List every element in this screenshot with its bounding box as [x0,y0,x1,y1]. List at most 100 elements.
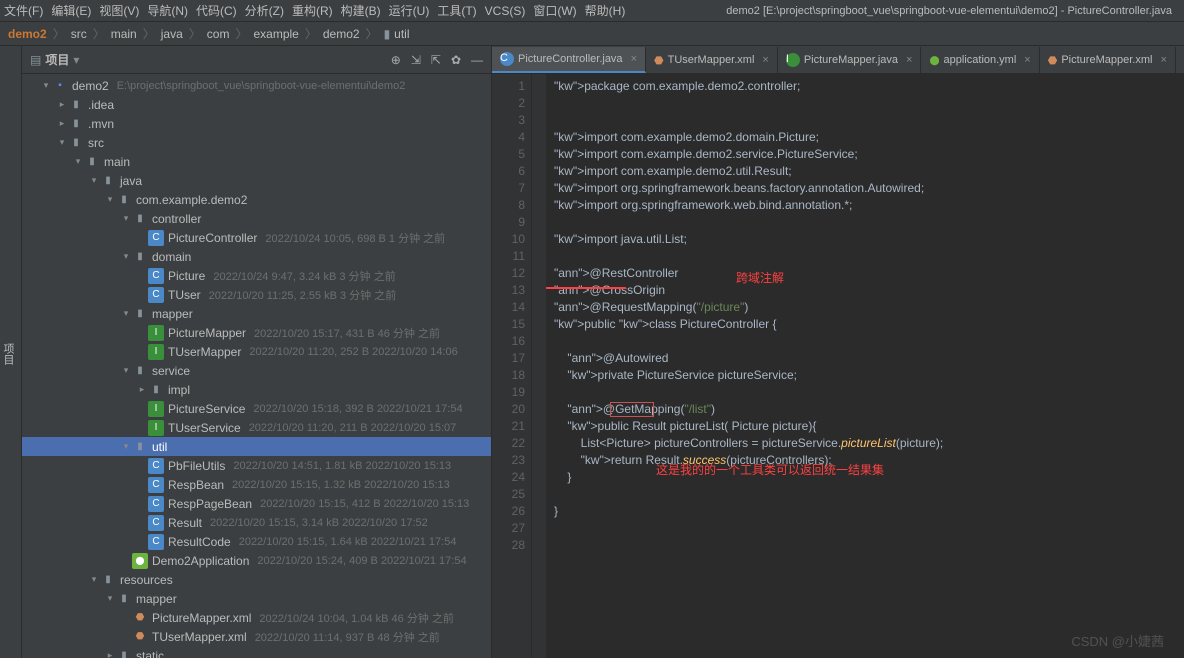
crumb-root[interactable]: demo2 [8,27,47,41]
code-content[interactable]: "kw">package com.example.demo2.controlle… [546,74,1184,658]
expand-arrow[interactable]: ▾ [120,441,132,452]
tree-item-meta: 2022/10/24 10:04, 1.04 kB 46 分钟 之前 [259,610,453,626]
tree-item-domain[interactable]: ▾▮domain [22,247,491,266]
annotation-result: 这是我的的一个工具类可以返回统一结果集 [656,462,884,479]
tree-item-resources[interactable]: ▾▮resources [22,570,491,589]
menu-code[interactable]: 代码(C) [196,2,237,19]
tree-item-main[interactable]: ▾▮main [22,152,491,171]
code-area[interactable]: 1234567891011121314151617181920212223242… [492,74,1184,658]
tab-picturecontroller-java[interactable]: CPictureController.java× [492,47,646,73]
menu-window[interactable]: 窗口(W) [533,2,576,19]
tab-application-yml[interactable]: ⬤application.yml× [921,47,1039,73]
menu-vcs[interactable]: VCS(S) [485,4,526,18]
close-icon[interactable]: × [1024,54,1030,66]
tree-item-tuserservice[interactable]: ITUserService2022/10/20 11:20, 211 B 202… [22,418,491,437]
close-icon[interactable]: × [762,54,768,66]
tree-item-label: TUserMapper [168,345,241,359]
crumb[interactable]: src [71,27,87,41]
expand-arrow[interactable]: ▾ [120,213,132,224]
expand-arrow[interactable]: ▸ [56,99,68,110]
menu-view[interactable]: 视图(V) [99,2,139,19]
expand-arrow[interactable]: ▾ [104,593,116,604]
menu-help[interactable]: 帮助(H) [585,2,626,19]
expand-arrow[interactable]: ▾ [120,251,132,262]
expand-arrow[interactable]: ▾ [120,308,132,319]
tab-label: TUserMapper.xml [668,54,755,66]
menu-edit[interactable]: 编辑(E) [51,2,91,19]
select-opened-icon[interactable]: ⊕ [391,53,401,67]
tree-item-tuser[interactable]: CTUser2022/10/20 11:25, 2.55 kB 3 分钟 之前 [22,285,491,304]
expand-arrow[interactable]: ▾ [88,574,100,585]
menu-analyze[interactable]: 分析(Z) [245,2,284,19]
tree-item-pictureservice[interactable]: IPictureService2022/10/20 15:18, 392 B 2… [22,399,491,418]
tab-picturemapper-java[interactable]: IPictureMapper.java× [778,47,922,73]
dropdown-icon[interactable]: ▾ [73,53,79,67]
tree-item-pbfileutils[interactable]: CPbFileUtils2022/10/20 14:51, 1.81 kB 20… [22,456,491,475]
tree-item-picturecontroller[interactable]: CPictureController2022/10/24 10:05, 698 … [22,228,491,247]
tree-item--idea[interactable]: ▸▮.idea [22,95,491,114]
menu-refactor[interactable]: 重构(R) [292,2,333,19]
menu-tools[interactable]: 工具(T) [437,2,476,19]
close-icon[interactable]: × [1160,54,1166,66]
expand-arrow[interactable]: ▸ [136,384,148,395]
crumb[interactable]: util [394,27,409,41]
tree-item-src[interactable]: ▾▮ src [22,133,491,152]
tree-item--mvn[interactable]: ▸▮.mvn [22,114,491,133]
hide-icon[interactable]: — [471,53,483,67]
menu-run[interactable]: 运行(U) [389,2,430,19]
expand-arrow[interactable]: ▾ [120,365,132,376]
tree-item-label: src [88,136,104,150]
expand-arrow[interactable]: ▾ [88,175,100,186]
expand-arrow[interactable]: ▸ [56,118,68,129]
crumb[interactable]: demo2 [323,27,360,41]
tree-item-respbean[interactable]: CRespBean2022/10/20 15:15, 1.32 kB 2022/… [22,475,491,494]
menu-navigate[interactable]: 导航(N) [147,2,188,19]
tab-picturemapper-xml[interactable]: ⬣PictureMapper.xml× [1040,47,1176,73]
settings-icon[interactable]: ✿ [451,53,461,67]
project-tree[interactable]: ▾▪demo2E:\project\springboot_vue\springb… [22,74,491,658]
tab-tusermapper-xml[interactable]: ⬣TUserMapper.xml× [646,47,778,73]
tree-item-label: TUser [168,288,201,302]
tree-item-service[interactable]: ▾▮service [22,361,491,380]
tree-item-picturemapper-xml[interactable]: ⬣PictureMapper.xml2022/10/24 10:04, 1.04… [22,608,491,627]
tree-item-resultcode[interactable]: CResultCode2022/10/20 15:15, 1.64 kB 202… [22,532,491,551]
crumb[interactable]: main [111,27,137,41]
tree-item-tusermapper[interactable]: ITUserMapper2022/10/20 11:20, 252 B 2022… [22,342,491,361]
tree-item-resppagebean[interactable]: CRespPageBean2022/10/20 15:15, 412 B 202… [22,494,491,513]
tree-item-java[interactable]: ▾▮java [22,171,491,190]
close-icon[interactable]: × [631,53,637,65]
tree-item-com-example-demo2[interactable]: ▾▮com.example.demo2 [22,190,491,209]
tree-item-demo2application[interactable]: ⬤Demo2Application2022/10/20 15:24, 409 B… [22,551,491,570]
tab-label: PictureController.java [518,53,623,65]
folder-icon: ▮ [68,135,84,151]
tree-item-label: java [120,174,142,188]
tree-item-picturemapper[interactable]: IPictureMapper2022/10/20 15:17, 431 B 46… [22,323,491,342]
tree-item-util[interactable]: ▾▮util [22,437,491,456]
crumb[interactable]: com [207,27,230,41]
tree-item-mapper[interactable]: ▾▮mapper [22,304,491,323]
crumb[interactable]: example [253,27,298,41]
pkg-icon: ▮ [148,382,164,398]
expand-arrow[interactable]: ▾ [72,156,84,167]
expand-arrow[interactable]: ▸ [104,650,116,658]
tree-item-impl[interactable]: ▸▮impl [22,380,491,399]
tree-item-controller[interactable]: ▾▮controller [22,209,491,228]
expand-arrow[interactable]: ▾ [56,137,68,148]
crumb[interactable]: java [161,27,183,41]
menu-file[interactable]: 文件(F) [4,2,43,19]
menu-build[interactable]: 构建(B) [341,2,381,19]
tree-item-result[interactable]: CResult2022/10/20 15:15, 3.14 kB 2022/10… [22,513,491,532]
tree-item-static[interactable]: ▸▮static [22,646,491,658]
tree-item-mapper[interactable]: ▾▮mapper [22,589,491,608]
expand-arrow[interactable]: ▾ [104,194,116,205]
side-tab-project[interactable]: 项目 [0,46,22,658]
tree-item-picture[interactable]: CPicture2022/10/24 9:47, 3.24 kB 3 分钟 之前 [22,266,491,285]
expand-arrow[interactable]: ▾ [40,80,52,91]
expand-icon[interactable]: ⇲ [411,53,421,67]
tree-item-tusermapper-xml[interactable]: ⬣TUserMapper.xml2022/10/20 11:14, 937 B … [22,627,491,646]
iface-icon: I [148,344,164,360]
class-icon: C [148,458,164,474]
tree-item-demo2[interactable]: ▾▪demo2E:\project\springboot_vue\springb… [22,76,491,95]
collapse-icon[interactable]: ⇱ [431,53,441,67]
close-icon[interactable]: × [906,54,912,66]
